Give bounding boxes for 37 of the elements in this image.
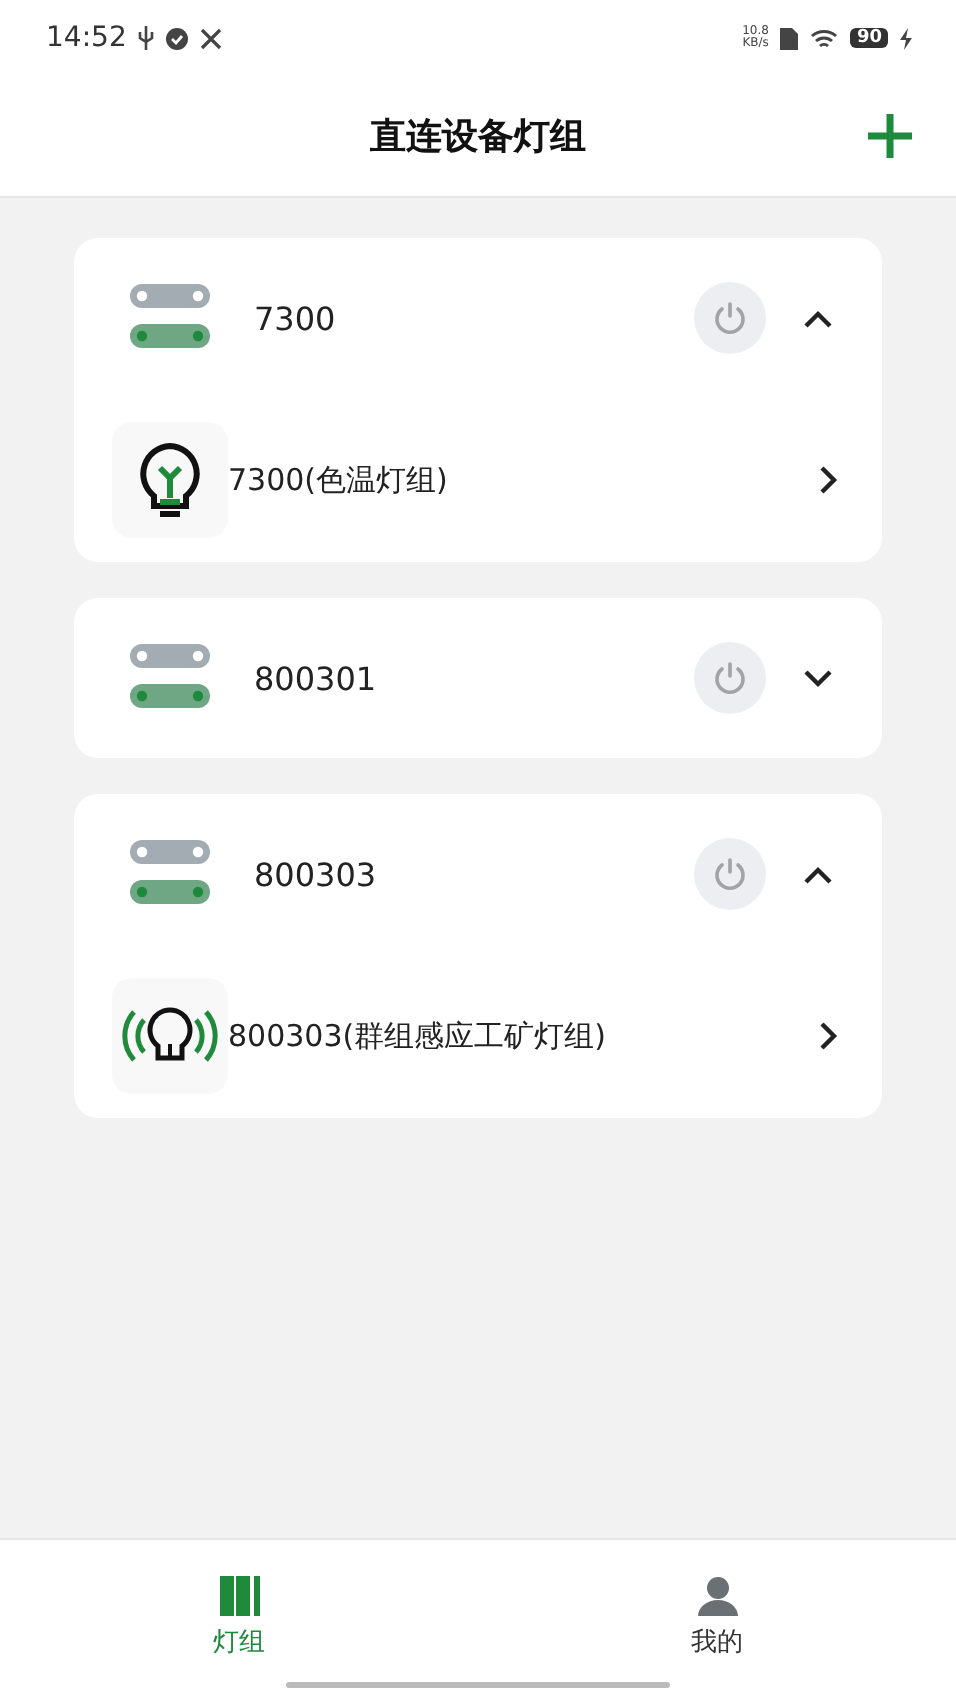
panels-icon (219, 1576, 259, 1616)
chevron-up-icon (804, 865, 832, 883)
group-name: 800301 (254, 659, 379, 697)
page-title: 直连设备灯组 (370, 114, 586, 160)
power-icon (712, 300, 748, 336)
chevron-right-icon (820, 466, 838, 494)
chevron-up-icon (804, 309, 832, 327)
usb-icon (138, 26, 155, 50)
sim-icon (780, 27, 799, 49)
lightbulb-icon (136, 442, 204, 518)
nav-tab[interactable]: 灯组 (0, 1540, 478, 1682)
check-circle-icon (166, 27, 189, 49)
clock-time: 14:52 (46, 22, 127, 54)
light-group-label: 7300(色温灯组) (228, 461, 450, 499)
battery-level: 90 (850, 28, 888, 48)
tools-icon (200, 27, 223, 49)
nav-tab[interactable]: 我的 (478, 1540, 956, 1682)
light-group-row[interactable]: 7300(色温灯组) (74, 398, 882, 562)
group-name: 7300 (254, 299, 338, 337)
person-icon (697, 1576, 737, 1616)
device-icon (130, 284, 210, 352)
power-icon (712, 660, 748, 696)
charging-icon (900, 27, 912, 49)
power-icon (712, 856, 748, 892)
light-group-row[interactable]: 800303(群组感应工矿灯组) (74, 954, 882, 1118)
plus-icon (864, 110, 916, 162)
device-icon (130, 840, 210, 908)
chevron-right-icon (820, 1022, 838, 1050)
power-button[interactable] (694, 838, 766, 910)
device-icon (130, 644, 210, 712)
wifi-icon (810, 27, 839, 49)
group-name: 800303 (254, 855, 379, 893)
power-button[interactable] (694, 282, 766, 354)
chevron-down-icon (804, 669, 832, 687)
add-button[interactable] (864, 110, 916, 162)
light-group-label: 800303(群组感应工矿灯组) (228, 1017, 608, 1055)
power-button[interactable] (694, 642, 766, 714)
